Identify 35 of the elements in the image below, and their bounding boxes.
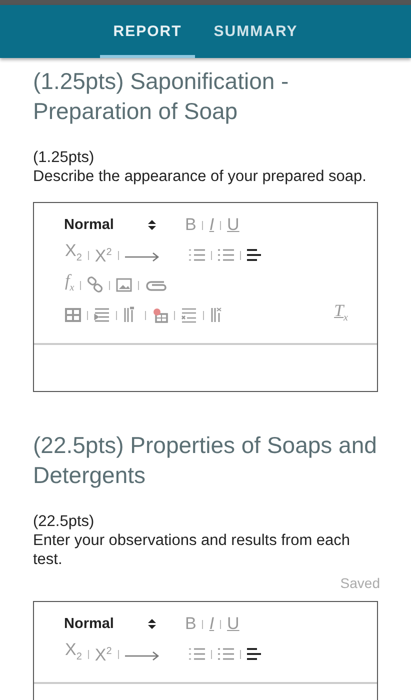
rich-text-editor[interactable]: Normal B I U X$_{2}$ X$^{2}$ f$_{x}$ T$_{x}$ bbox=[33, 202, 378, 392]
rich-text-editor[interactable]: Normal B I U X$_{2}$ X$^{2}$ bbox=[33, 601, 378, 700]
underline-button[interactable]: U bbox=[226, 614, 240, 634]
updown-icon bbox=[148, 618, 156, 630]
tab[interactable]: SUMMARY bbox=[200, 5, 311, 58]
points-label: (1.25pts) bbox=[33, 148, 96, 167]
script-button[interactable]: X$^{2}$ bbox=[94, 642, 113, 666]
align-icon[interactable] bbox=[246, 645, 262, 663]
question-text: Enter your observations and results from each test. bbox=[33, 531, 352, 569]
underline-button[interactable]: U bbox=[226, 215, 240, 235]
format-select[interactable]: Normal bbox=[64, 217, 156, 233]
save-status: Saved bbox=[339, 575, 380, 591]
delete-table-icon[interactable] bbox=[151, 306, 169, 324]
bold-button[interactable]: B bbox=[184, 215, 198, 235]
script-button[interactable]: X$^{2}$ bbox=[94, 243, 113, 267]
delete-row-icon[interactable] bbox=[180, 306, 198, 324]
updown-icon bbox=[148, 219, 156, 231]
format-select[interactable]: Normal bbox=[64, 616, 156, 632]
script-button[interactable]: X$_{2}$ bbox=[64, 640, 83, 668]
bold-button[interactable]: B bbox=[184, 614, 198, 634]
table-icon[interactable] bbox=[64, 306, 82, 324]
section-title: (1.25pts) Saponification - Preparation of Soap bbox=[33, 67, 290, 126]
align-icon[interactable] bbox=[246, 246, 262, 264]
formula-button[interactable]: f$_{x}$ bbox=[64, 271, 76, 299]
italic-button[interactable]: I bbox=[208, 215, 216, 235]
section-title: (22.5pts) Properties of Soaps and Detergents bbox=[33, 431, 378, 490]
tab[interactable]: REPORT bbox=[100, 5, 195, 58]
italic-button[interactable]: I bbox=[208, 614, 216, 634]
image-icon[interactable] bbox=[115, 276, 134, 294]
link-icon[interactable] bbox=[86, 276, 104, 294]
clear-format-button[interactable]: T$_{x}$ bbox=[333, 301, 349, 329]
question-text: Describe the appearance of your prepared soap. bbox=[33, 167, 368, 186]
script-button[interactable]: X$_{2}$ bbox=[64, 241, 83, 269]
points-label: (22.5pts) bbox=[33, 512, 96, 531]
insert-row-icon[interactable] bbox=[93, 306, 111, 324]
